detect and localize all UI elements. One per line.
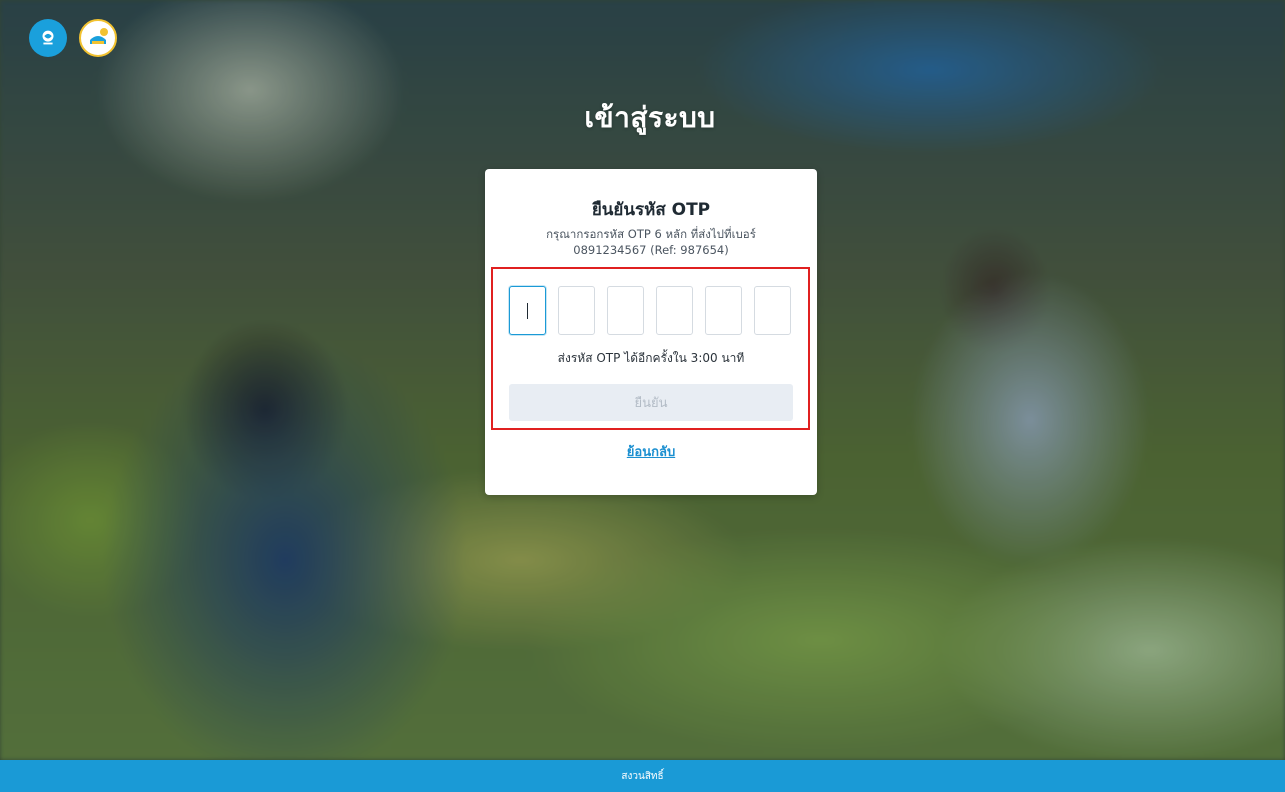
confirm-button[interactable]: ยืนยัน (509, 384, 793, 421)
resend-countdown: ส่งรหัส OTP ได้อีกครั้งใน 3:00 นาที (557, 351, 745, 365)
otp-card: ยืนยันรหัส OTP กรุณากรอกรหัส OTP 6 หลัก … (485, 169, 817, 495)
logo-bar (29, 19, 117, 57)
page-title: เข้าสู่ระบบ (584, 101, 716, 134)
otp-digit-3[interactable] (607, 286, 644, 335)
otp-phone-ref: 0891234567 (Ref: 987654) (573, 243, 729, 257)
otp-digit-6[interactable] (754, 286, 791, 335)
otp-card-title: ยืนยันรหัส OTP (591, 200, 711, 220)
otp-digit-2[interactable] (558, 286, 595, 335)
otp-input-group (509, 286, 791, 335)
otp-instructions: กรุณากรอกรหัส OTP 6 หลัก ที่ส่งไปที่เบอร… (505, 226, 797, 258)
otp-instructions-line: กรุณากรอกรหัส OTP 6 หลัก ที่ส่งไปที่เบอร… (546, 227, 756, 241)
footer-copyright: สงวนสิทธิ์ (621, 770, 664, 782)
otp-digit-4[interactable] (656, 286, 693, 335)
app-logo-icon (79, 19, 117, 57)
text-cursor (527, 303, 528, 319)
back-link[interactable]: ย้อนกลับ (485, 441, 817, 462)
otp-digit-5[interactable] (705, 286, 742, 335)
bank-logo-icon (29, 19, 67, 57)
footer: สงวนสิทธิ์ (0, 760, 1285, 792)
